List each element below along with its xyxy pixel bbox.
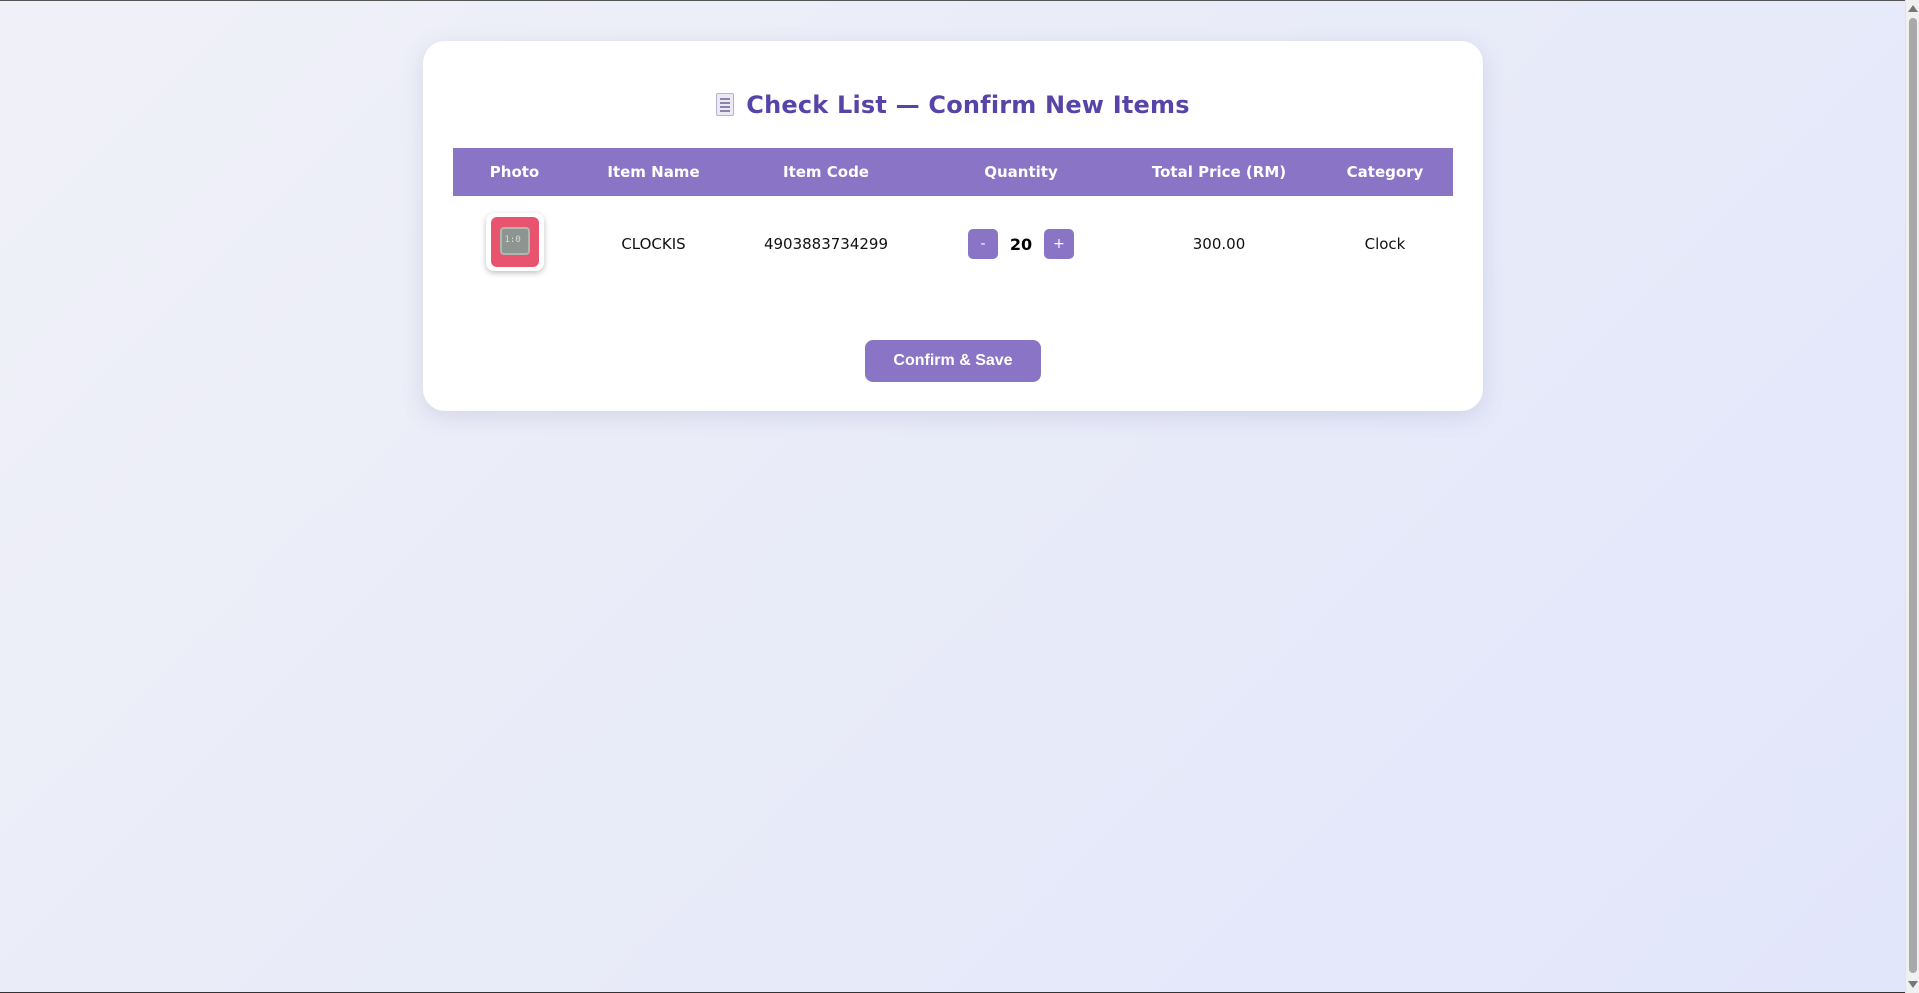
window-top-border	[0, 0, 1905, 1]
page-title-text: Check List — Confirm New Items	[746, 91, 1190, 119]
vertical-scrollbar[interactable]	[1905, 0, 1919, 993]
increment-button[interactable]: +	[1044, 229, 1074, 259]
table-header-row: Photo Item Name Item Code Quantity Total…	[453, 148, 1453, 196]
item-name-cell: CLOCKIS	[621, 235, 686, 253]
header-item-code: Item Code	[731, 148, 921, 196]
table-row: 1:0 CLOCKIS 4903883734299 - 20 + 300.00 …	[453, 196, 1453, 292]
total-price-cell: 300.00	[1192, 235, 1246, 253]
quantity-value: 20	[1009, 234, 1033, 254]
header-category: Category	[1317, 148, 1453, 196]
checklist-card: Check List — Confirm New Items Photo Ite…	[423, 41, 1483, 411]
header-photo: Photo	[453, 148, 576, 196]
header-quantity: Quantity	[921, 148, 1121, 196]
scroll-thumb[interactable]	[1909, 18, 1917, 973]
item-code-cell: 4903883734299	[763, 235, 889, 253]
header-item-name: Item Name	[576, 148, 731, 196]
quantity-cell: - 20 +	[921, 196, 1121, 292]
decrement-button[interactable]: -	[968, 229, 998, 259]
scroll-up-icon[interactable]	[1908, 5, 1918, 12]
page-title: Check List — Confirm New Items	[423, 91, 1483, 119]
quantity-stepper: - 20 +	[968, 229, 1074, 259]
scroll-down-icon[interactable]	[1908, 981, 1918, 988]
confirm-save-button[interactable]: Confirm & Save	[865, 340, 1041, 382]
clock-photo: 1:0	[485, 213, 544, 271]
category-cell: Clock	[1364, 235, 1406, 253]
items-table: Photo Item Name Item Code Quantity Total…	[453, 148, 1453, 292]
receipt-icon	[716, 93, 735, 116]
photo-cell: 1:0	[453, 196, 576, 292]
header-total-price: Total Price (RM)	[1121, 148, 1317, 196]
